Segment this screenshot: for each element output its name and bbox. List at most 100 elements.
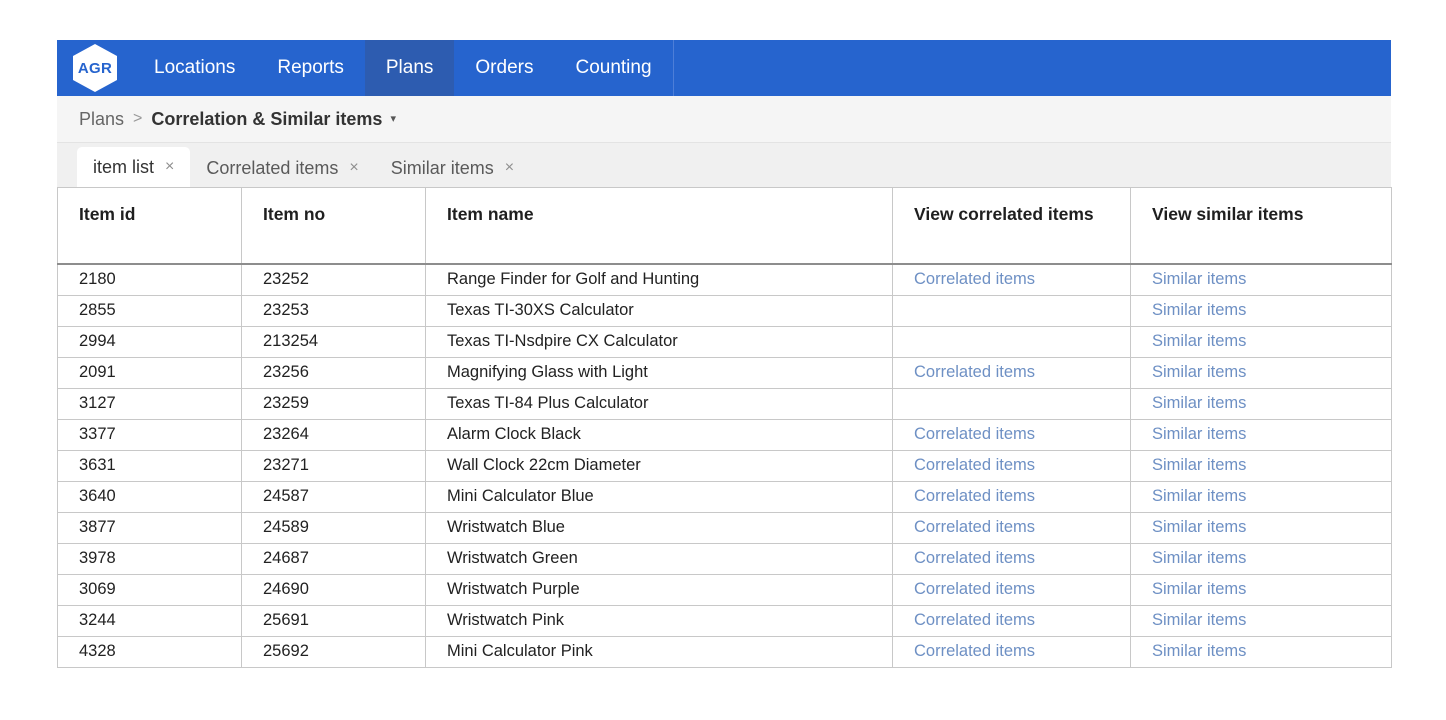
cell-correlated-link-text[interactable]: Correlated items — [914, 580, 1035, 598]
cell-correlated-link[interactable]: Correlated items — [893, 605, 1131, 636]
cell-correlated-link-text[interactable]: Correlated items — [914, 518, 1035, 536]
table-row[interactable]: 387724589Wristwatch BlueCorrelated items… — [58, 512, 1392, 543]
cell-similar-link-text[interactable]: Similar items — [1152, 332, 1246, 350]
cell-item-no: 25692 — [242, 636, 426, 667]
cell-item-no: 25691 — [242, 605, 426, 636]
cell-item-no: 23252 — [242, 264, 426, 296]
cell-correlated-link[interactable]: Correlated items — [893, 419, 1131, 450]
cell-correlated-link[interactable]: Correlated items — [893, 481, 1131, 512]
cell-similar-link[interactable]: Similar items — [1131, 481, 1392, 512]
cell-correlated-link[interactable]: Correlated items — [893, 264, 1131, 296]
cell-item-name: Texas TI-84 Plus Calculator — [426, 388, 893, 419]
cell-similar-link-text[interactable]: Similar items — [1152, 363, 1246, 381]
cell-similar-link-text[interactable]: Similar items — [1152, 611, 1246, 629]
table-row[interactable]: 2994213254Texas TI-Nsdpire CX Calculator… — [58, 326, 1392, 357]
cell-similar-link[interactable]: Similar items — [1131, 295, 1392, 326]
cell-similar-link[interactable]: Similar items — [1131, 543, 1392, 574]
table-row[interactable]: 364024587Mini Calculator BlueCorrelated … — [58, 481, 1392, 512]
nav-item-reports[interactable]: Reports — [256, 40, 365, 96]
cell-similar-link[interactable]: Similar items — [1131, 326, 1392, 357]
cell-item-id: 4328 — [58, 636, 242, 667]
cell-item-no: 23259 — [242, 388, 426, 419]
cell-correlated-link-text[interactable]: Correlated items — [914, 425, 1035, 443]
cell-item-name: Wall Clock 22cm Diameter — [426, 450, 893, 481]
cell-correlated-link[interactable]: Correlated items — [893, 450, 1131, 481]
table-row[interactable]: 306924690Wristwatch PurpleCorrelated ite… — [58, 574, 1392, 605]
cell-similar-link-text[interactable]: Similar items — [1152, 549, 1246, 567]
items-table: Item id Item no Item name View correlate… — [57, 187, 1392, 668]
cell-similar-link[interactable]: Similar items — [1131, 264, 1392, 296]
cell-similar-link-text[interactable]: Similar items — [1152, 518, 1246, 536]
cell-similar-link[interactable]: Similar items — [1131, 357, 1392, 388]
nav-item-locations[interactable]: Locations — [133, 40, 256, 96]
table-row[interactable]: 397824687Wristwatch GreenCorrelated item… — [58, 543, 1392, 574]
tab-similar-items[interactable]: Similar items× — [375, 149, 530, 187]
tab-item-list[interactable]: item list× — [77, 147, 190, 187]
cell-correlated-link[interactable] — [893, 388, 1131, 419]
cell-similar-link-text[interactable]: Similar items — [1152, 456, 1246, 474]
cell-item-no: 23256 — [242, 357, 426, 388]
cell-item-name: Mini Calculator Blue — [426, 481, 893, 512]
chevron-down-icon[interactable]: ▾ — [390, 114, 396, 125]
tab-close-icon[interactable]: × — [505, 160, 514, 176]
column-header-view-correlated[interactable]: View correlated items — [893, 188, 1131, 264]
cell-similar-link-text[interactable]: Similar items — [1152, 301, 1246, 319]
cell-similar-link-text[interactable]: Similar items — [1152, 487, 1246, 505]
app-logo[interactable]: AGR — [57, 40, 133, 96]
table-row[interactable]: 285523253Texas TI-30XS CalculatorSimilar… — [58, 295, 1392, 326]
cell-correlated-link[interactable] — [893, 295, 1131, 326]
column-header-item-id[interactable]: Item id — [58, 188, 242, 264]
cell-similar-link[interactable]: Similar items — [1131, 419, 1392, 450]
app-root: AGR LocationsReportsPlansOrdersCounting … — [57, 40, 1391, 668]
cell-correlated-link[interactable] — [893, 326, 1131, 357]
cell-similar-link[interactable]: Similar items — [1131, 450, 1392, 481]
nav-item-counting[interactable]: Counting — [554, 40, 672, 96]
table-row[interactable]: 337723264Alarm Clock BlackCorrelated ite… — [58, 419, 1392, 450]
tab-close-icon[interactable]: × — [349, 160, 358, 176]
cell-item-name: Texas TI-Nsdpire CX Calculator — [426, 326, 893, 357]
cell-correlated-link-text[interactable]: Correlated items — [914, 363, 1035, 381]
cell-correlated-link-text[interactable]: Correlated items — [914, 642, 1035, 660]
cell-similar-link[interactable]: Similar items — [1131, 512, 1392, 543]
table-row[interactable]: 324425691Wristwatch PinkCorrelated items… — [58, 605, 1392, 636]
column-header-item-no[interactable]: Item no — [242, 188, 426, 264]
navbar-spacer — [673, 40, 1391, 96]
cell-correlated-link-text[interactable]: Correlated items — [914, 549, 1035, 567]
cell-item-name: Wristwatch Pink — [426, 605, 893, 636]
cell-similar-link[interactable]: Similar items — [1131, 636, 1392, 667]
cell-similar-link[interactable]: Similar items — [1131, 388, 1392, 419]
table-row[interactable]: 209123256Magnifying Glass with LightCorr… — [58, 357, 1392, 388]
cell-similar-link-text[interactable]: Similar items — [1152, 580, 1246, 598]
cell-item-id: 3631 — [58, 450, 242, 481]
cell-correlated-link-text[interactable]: Correlated items — [914, 487, 1035, 505]
cell-correlated-link[interactable]: Correlated items — [893, 636, 1131, 667]
cell-similar-link[interactable]: Similar items — [1131, 605, 1392, 636]
cell-correlated-link-text[interactable]: Correlated items — [914, 456, 1035, 474]
tab-correlated-items[interactable]: Correlated items× — [190, 149, 374, 187]
nav-item-orders[interactable]: Orders — [454, 40, 554, 96]
breadcrumb-root-link[interactable]: Plans — [79, 109, 124, 130]
cell-similar-link-text[interactable]: Similar items — [1152, 425, 1246, 443]
tab-close-icon[interactable]: × — [165, 159, 174, 175]
cell-similar-link-text[interactable]: Similar items — [1152, 642, 1246, 660]
cell-item-id: 3377 — [58, 419, 242, 450]
cell-similar-link[interactable]: Similar items — [1131, 574, 1392, 605]
table-row[interactable]: 432825692Mini Calculator PinkCorrelated … — [58, 636, 1392, 667]
column-header-item-name[interactable]: Item name — [426, 188, 893, 264]
table-row[interactable]: 312723259Texas TI-84 Plus CalculatorSimi… — [58, 388, 1392, 419]
logo-text: AGR — [78, 60, 112, 77]
column-header-view-similar[interactable]: View similar items — [1131, 188, 1392, 264]
table-row[interactable]: 218023252Range Finder for Golf and Hunti… — [58, 264, 1392, 296]
breadcrumb-current-page: Correlation & Similar items — [151, 109, 382, 130]
nav-item-plans[interactable]: Plans — [365, 40, 455, 96]
cell-correlated-link[interactable]: Correlated items — [893, 574, 1131, 605]
cell-correlated-link[interactable]: Correlated items — [893, 543, 1131, 574]
cell-item-id: 2091 — [58, 357, 242, 388]
table-row[interactable]: 363123271Wall Clock 22cm DiameterCorrela… — [58, 450, 1392, 481]
cell-correlated-link[interactable]: Correlated items — [893, 357, 1131, 388]
cell-correlated-link-text[interactable]: Correlated items — [914, 611, 1035, 629]
cell-correlated-link[interactable]: Correlated items — [893, 512, 1131, 543]
cell-similar-link-text[interactable]: Similar items — [1152, 394, 1246, 412]
cell-similar-link-text[interactable]: Similar items — [1152, 270, 1246, 288]
cell-correlated-link-text[interactable]: Correlated items — [914, 270, 1035, 288]
